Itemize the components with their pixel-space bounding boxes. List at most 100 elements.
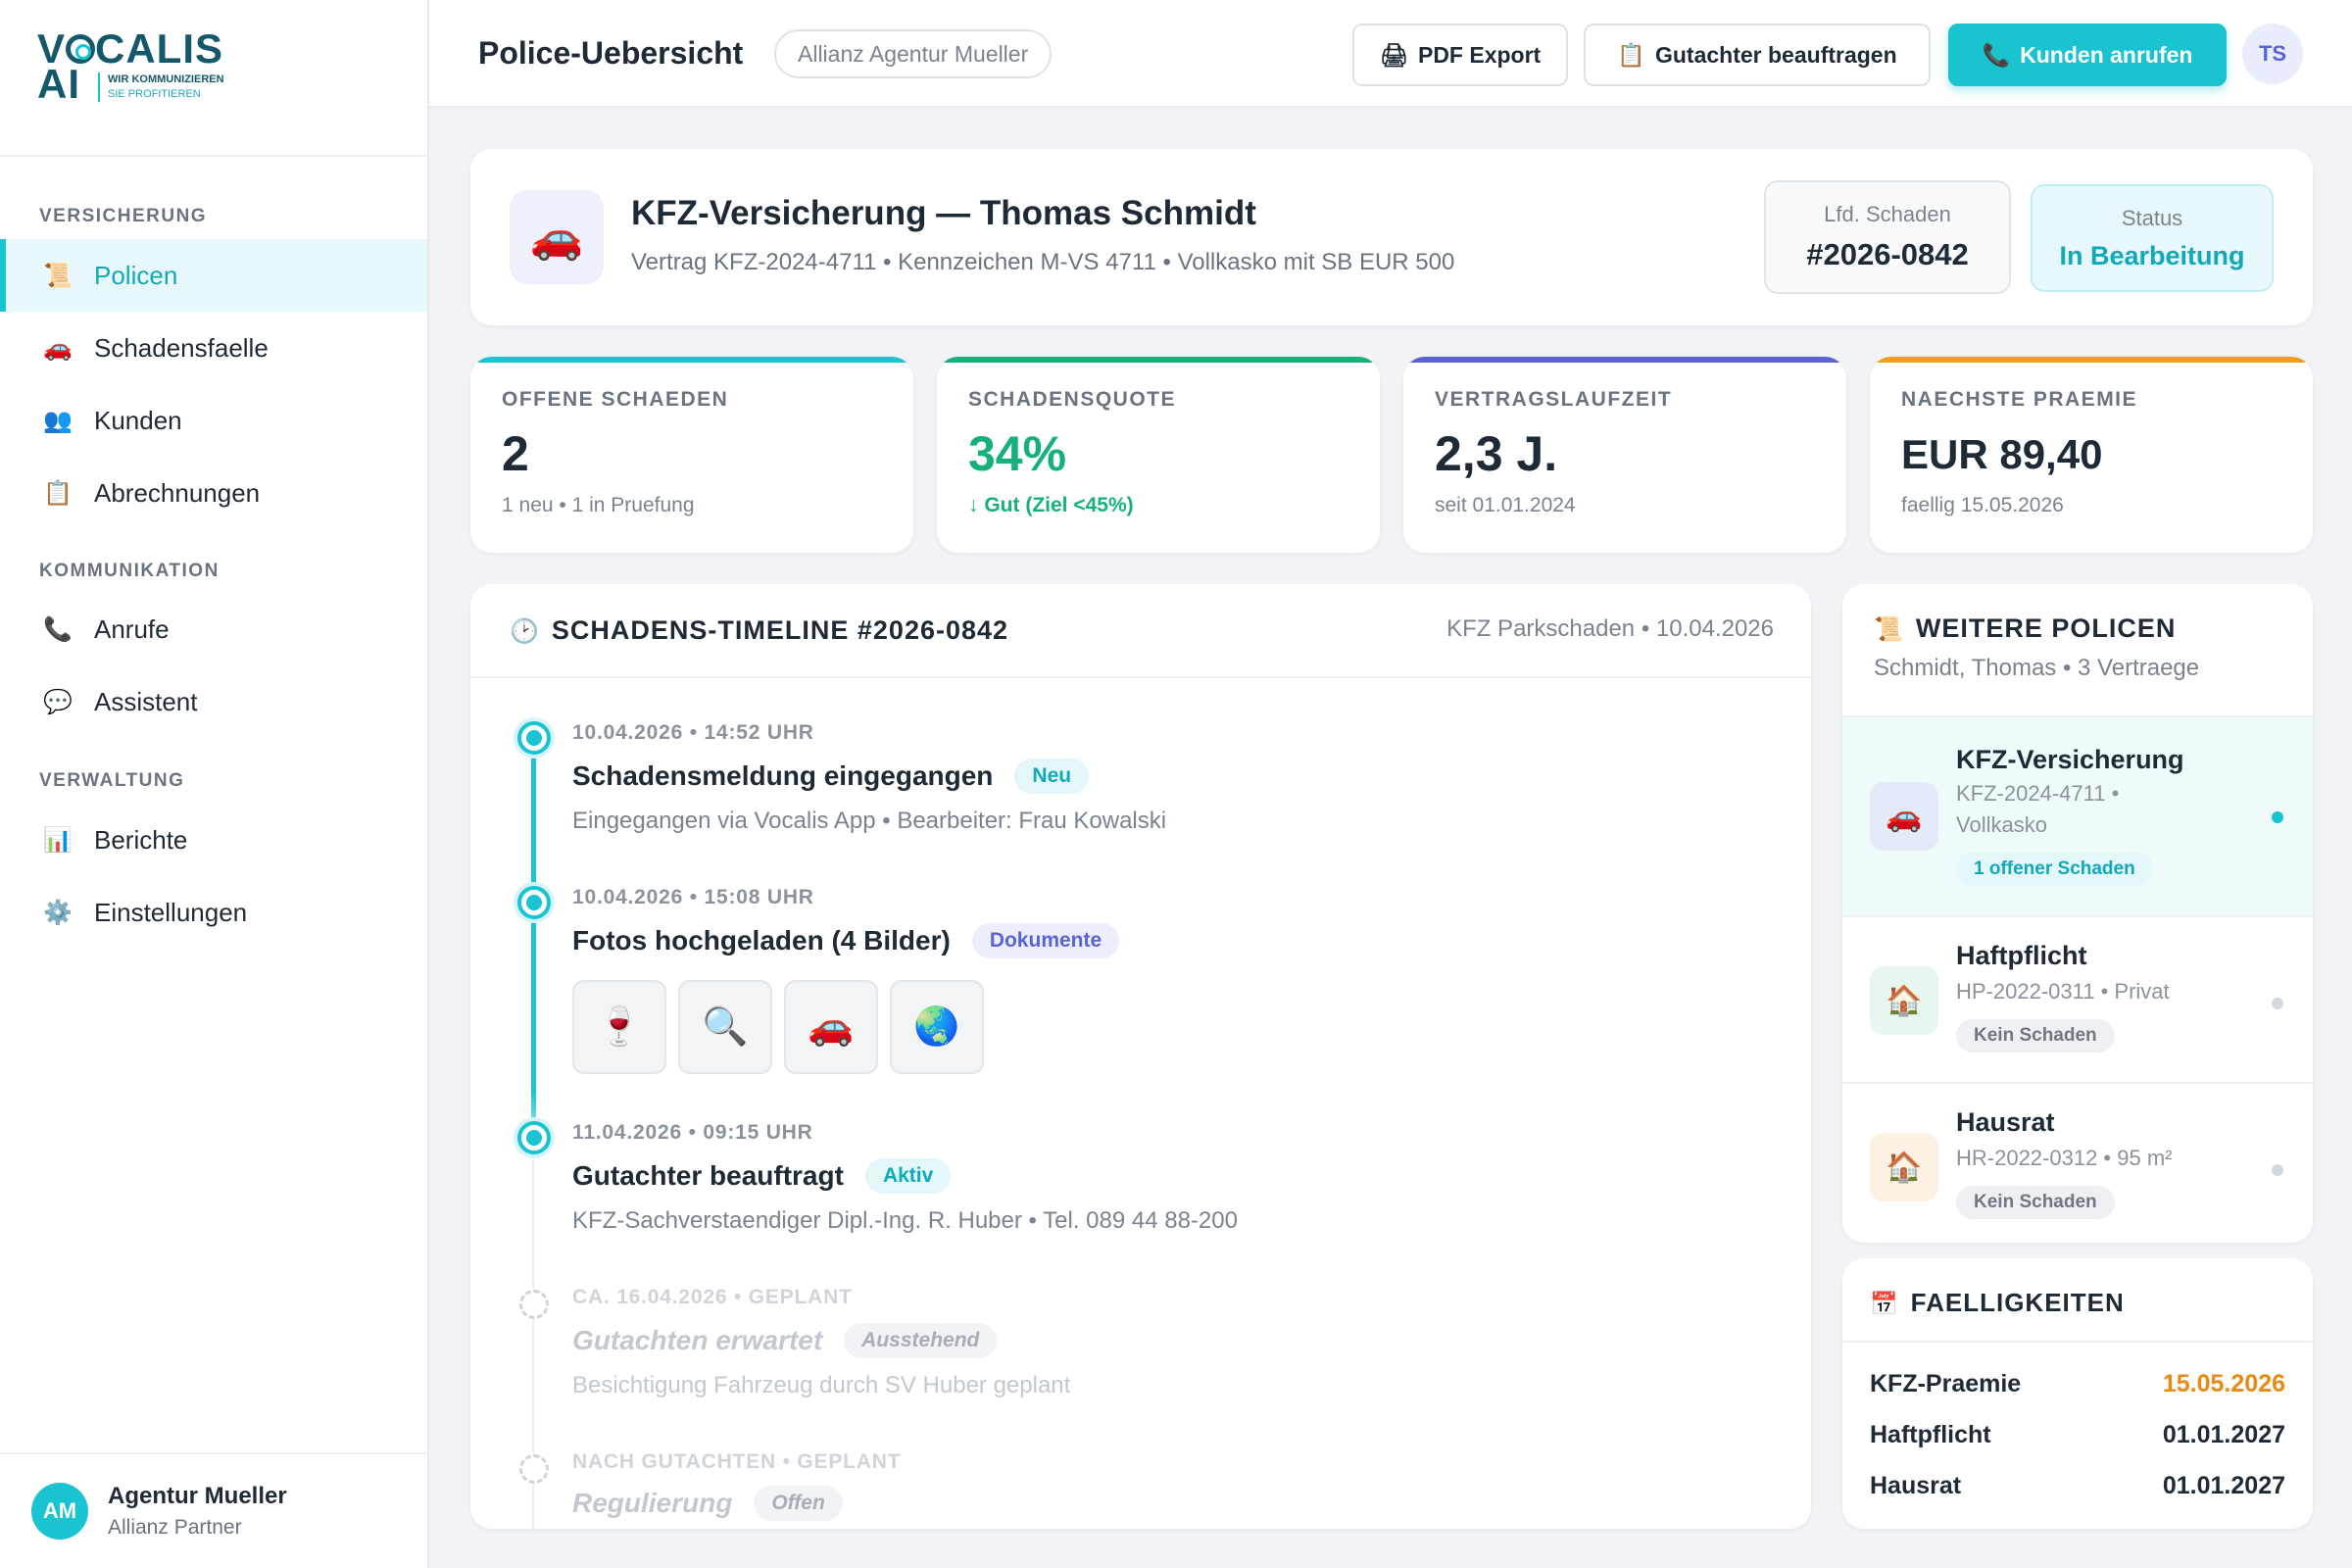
policy-name: KFZ-Versicherung — [1956, 745, 2184, 774]
stat-card-naechste-praemie: NAECHSTE PRAEMIE EUR 89,40 faellig 15.05… — [1870, 357, 2313, 553]
stat-value: 34% — [968, 426, 1067, 481]
photo-thumbnail[interactable]: 🍷 — [572, 980, 666, 1074]
current-claim-value: #2026-0842 — [1806, 237, 1969, 271]
event-title[interactable]: Schadensmeldung eingegangen Neu — [572, 759, 1090, 794]
due-title: 📅 FAELLIGKEITEN — [1870, 1288, 2125, 1318]
policy-title: KFZ-Versicherung — Thomas Schmidt — [631, 194, 1256, 232]
policy-meta: HP-2022-0311 • Privat — [1956, 979, 2170, 1004]
policy-item-hausrat[interactable]: 🏠 Hausrat HR-2022-0312 • 95 m² Kein Scha… — [1842, 1082, 2313, 1243]
event-title[interactable]: Gutachten erwartet Ausstehend — [572, 1323, 998, 1358]
house-icon: 🏠 — [1870, 966, 1938, 1035]
policy-name: Hausrat — [1956, 1107, 2055, 1137]
policy-item-kfz[interactable]: 🚗 KFZ-Versicherung KFZ-2024-4711 • Vollk… — [1842, 715, 2313, 915]
status-box: Status In Bearbeitung — [2031, 184, 2274, 292]
chat-bubble-icon: 💬 — [43, 688, 73, 715]
event-time: NACH GUTACHTEN • GEPLANT — [572, 1450, 901, 1474]
policy-claim-badge: Kein Schaden — [1956, 1019, 2115, 1053]
stat-sub: ↓ Gut (Ziel <45%) — [968, 494, 1134, 516]
magnifier-icon: 🔍 — [702, 1006, 749, 1048]
event-title-text: Regulierung — [572, 1488, 733, 1518]
claims-timeline-card: 🕑 SCHADENS-TIMELINE #2026-0842 KFZ Parksc… — [470, 584, 1811, 1529]
sidebar-item-kunden[interactable]: 👥 Kunden — [0, 384, 427, 457]
event-desc-text: Besichtigung Fahrzeug durch SV Huber gep… — [572, 1372, 1071, 1398]
photo-thumbnail[interactable]: 🔍 — [678, 980, 772, 1074]
timeline-title-text: SCHADENS-TIMELINE #2026-0842 — [551, 615, 1009, 645]
stat-accent-bar — [1870, 357, 2313, 363]
bar-chart-icon: 📊 — [43, 826, 73, 854]
calendar-icon: 📅 — [1870, 1291, 1899, 1316]
users-icon: 👥 — [43, 407, 73, 434]
event-title-text: Schadensmeldung eingegangen — [572, 760, 994, 791]
stat-accent-bar — [1403, 357, 1846, 363]
stat-value: 2,3 J. — [1435, 426, 1558, 481]
tagline-line-1: WIR KOMMUNIZIEREN — [108, 74, 224, 85]
current-claim-label: Lfd. Schaden — [1824, 202, 1951, 226]
sidebar-item-schadensfaelle[interactable]: 🚗 Schadensfaelle — [0, 312, 427, 384]
page-title: Police-Uebersicht — [478, 35, 744, 71]
car-icon: 🚗 — [1870, 782, 1938, 851]
sidebar-item-label: Assistent — [94, 686, 198, 716]
sidebar-item-label: Anrufe — [94, 613, 170, 644]
stat-value: 2 — [502, 426, 529, 481]
due-date: 01.01.2027 — [2162, 1421, 2285, 1448]
policies-title: 📜 WEITERE POLICEN — [1874, 613, 2176, 644]
user-avatar[interactable]: TS — [2242, 24, 2303, 84]
sidebar-item-policen[interactable]: 📜 Policen — [0, 239, 427, 312]
policies-title-text: WEITERE POLICEN — [1915, 613, 2177, 643]
agency-tag: Allianz Agentur Mueller — [774, 29, 1053, 78]
timeline-header: 🕑 SCHADENS-TIMELINE #2026-0842 KFZ Parksc… — [470, 584, 1811, 678]
policies-subtitle: Schmidt, Thomas • 3 Vertraege — [1874, 655, 2200, 681]
event-title[interactable]: Fotos hochgeladen (4 Bilder) Dokumente — [572, 923, 1120, 958]
sidebar-item-label: Policen — [94, 260, 178, 290]
stat-sub: seit 01.01.2024 — [1435, 494, 1576, 516]
avatar: AM — [31, 1483, 88, 1540]
timeline-dot-planned — [519, 1454, 549, 1484]
kunden-anrufen-button[interactable]: 📞 Kunden anrufen — [1948, 24, 2227, 86]
sidebar-item-berichte[interactable]: 📊 Berichte — [0, 804, 427, 876]
due-label: KFZ-Praemie — [1870, 1370, 2022, 1397]
sidebar-item-assistent[interactable]: 💬 Assistent — [0, 665, 427, 738]
policy-claim-badge: 1 offener Schaden — [1956, 853, 2153, 886]
due-row: KFZ-Praemie 15.05.2026 — [1870, 1370, 2285, 1398]
photo-thumbnail[interactable]: 🌏 — [890, 980, 984, 1074]
brand-logo[interactable]: V CALIS AI WIR KOMMUNIZIEREN SIE PROFITIE… — [0, 0, 427, 157]
stat-label: OFFENE SCHAEDEN — [502, 388, 729, 411]
status-badge: In Bearbeitung — [2059, 241, 2245, 270]
pdf-export-button[interactable]: 🖨 PDF Export — [1352, 24, 1568, 86]
stat-label: NAECHSTE PRAEMIE — [1901, 388, 2138, 411]
policy-item-haftpflicht[interactable]: 🏠 Haftpflicht HP-2022-0311 • Privat Kein… — [1842, 915, 2313, 1082]
printer-icon: 🖨 — [1379, 41, 1408, 68]
gutachter-beauftragen-button[interactable]: 📋 Gutachter beauftragen — [1584, 24, 1931, 86]
event-badge: Ausstehend — [844, 1323, 998, 1358]
tagline-line-2: SIE PROFITIEREN — [108, 88, 201, 100]
sidebar-item-label: Schadensfaelle — [94, 332, 269, 363]
photo-thumbnail[interactable]: 🚗 — [784, 980, 878, 1074]
sidebar-item-label: Kunden — [94, 405, 182, 435]
event-desc: Besichtigung Fahrzeug durch SV Huber gep… — [572, 1372, 1070, 1399]
agent-profile[interactable]: AM Agentur Mueller Allianz Partner — [0, 1452, 427, 1568]
event-time: 10.04.2026 • 14:52 UHR — [572, 721, 814, 744]
due-date: 15.05.2026 — [2162, 1370, 2285, 1397]
timeline-dot — [517, 1121, 551, 1154]
sidebar-item-anrufe[interactable]: 📞 Anrufe — [0, 593, 427, 665]
sidebar-item-einstellungen[interactable]: ⚙️ Einstellungen — [0, 876, 427, 949]
sidebar-item-abrechnungen[interactable]: 📋 Abrechnungen — [0, 457, 427, 529]
event-title[interactable]: Regulierung Offen — [572, 1486, 843, 1521]
event-title-text: Fotos hochgeladen (4 Bilder) — [572, 925, 951, 956]
gutachter-label: Gutachter beauftragen — [1654, 41, 1897, 68]
kunden-anrufen-label: Kunden anrufen — [2020, 41, 2193, 68]
event-badge: Aktiv — [864, 1158, 952, 1194]
policy-header-card: 🚗 KFZ-Versicherung — Thomas Schmidt Vert… — [470, 149, 2313, 325]
timeline-meta: KFZ Parkschaden • 10.04.2026 — [1446, 615, 1774, 642]
due-row: Haftpflicht 01.01.2027 — [1870, 1421, 2285, 1449]
event-title[interactable]: Gutachter beauftragt Aktiv — [572, 1158, 952, 1194]
logo-ring-icon — [66, 34, 96, 64]
timeline-dot — [517, 721, 551, 755]
due-date: 01.01.2027 — [2162, 1472, 2285, 1499]
due-header: 📅 FAELLIGKEITEN — [1842, 1258, 2313, 1343]
scroll-icon: 📜 — [43, 262, 73, 289]
sidebar: V CALIS AI WIR KOMMUNIZIEREN SIE PROFITIE… — [0, 0, 429, 1568]
phone-icon: 📞 — [43, 615, 73, 643]
event-badge: Dokumente — [971, 923, 1120, 958]
current-claim-box[interactable]: Lfd. Schaden #2026-0842 — [1764, 180, 2011, 294]
